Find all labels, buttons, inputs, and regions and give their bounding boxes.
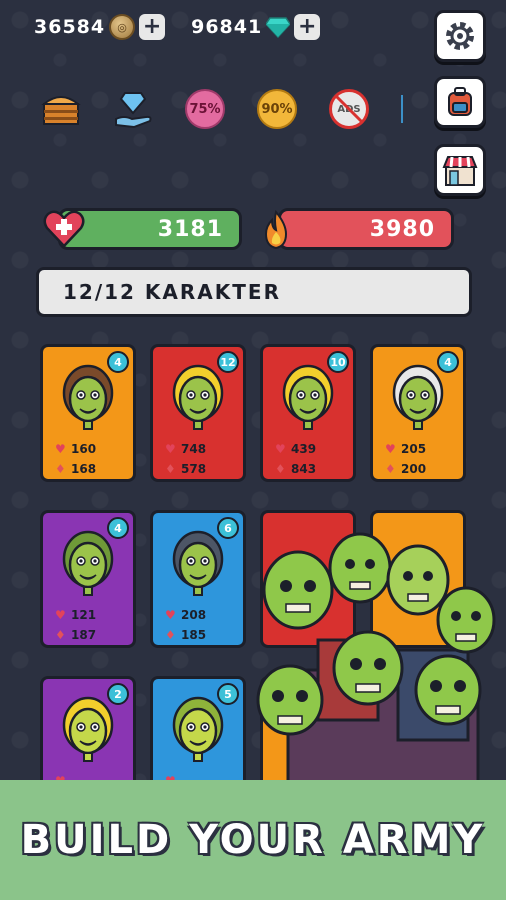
heart-icon: ♥	[275, 442, 286, 456]
card-hp-row: ♥ 160	[55, 439, 96, 459]
zombie-face-icon	[62, 530, 114, 596]
fire-icon: ♦	[55, 628, 66, 642]
promo-banner: BUILD YOUR ARMY	[0, 780, 506, 900]
card-atk-row: ♦ 200	[385, 459, 426, 479]
card-atk-row: ♦ 578	[165, 459, 206, 479]
card-atk: 200	[401, 462, 427, 476]
card-atk: 578	[181, 462, 207, 476]
zombie-face-icon	[282, 364, 334, 430]
offers-row: 75% 90% ADS	[40, 88, 404, 130]
fire-icon: ♦	[275, 462, 286, 476]
card-hp-row: ♥ 748	[165, 439, 206, 459]
discount-90-button[interactable]: 90%	[256, 88, 298, 130]
card-atk-row: ♦ 168	[55, 459, 96, 479]
card-atk: 185	[181, 628, 207, 642]
card-atk: 168	[71, 462, 97, 476]
discount-75-button[interactable]: 75%	[184, 88, 226, 130]
fire-icon: ♦	[165, 628, 176, 642]
coin-counter: 36584 ◎ +	[34, 14, 166, 40]
heart-icon: ♥	[165, 608, 176, 622]
health-value: 3181	[157, 216, 223, 242]
heart-icon: ♥	[55, 608, 66, 622]
shop-icon	[442, 156, 478, 186]
chest-offer-button[interactable]	[40, 88, 82, 130]
card-hp: 205	[401, 442, 427, 456]
backpack-icon	[448, 87, 472, 116]
heart-icon	[43, 210, 85, 248]
card-hp-row: ♥ 439	[275, 439, 316, 459]
card-atk: 843	[291, 462, 317, 476]
card-hp: 439	[291, 442, 317, 456]
zombie-face-icon	[62, 364, 114, 430]
gem-counter: 96841 +	[191, 14, 321, 40]
zombie-face-icon	[172, 364, 224, 430]
banner-title: BUILD YOUR ARMY	[20, 817, 486, 863]
heart-icon: ♥	[385, 442, 396, 456]
fire-icon: ♦	[385, 462, 396, 476]
card-stats: ♥ 160 ♦ 168	[55, 439, 96, 479]
zombie-face-icon	[62, 696, 114, 762]
fire-icon: ♦	[55, 462, 66, 476]
settings-button[interactable]	[434, 10, 486, 62]
row-divider	[400, 88, 404, 130]
attack-bar: 3980	[278, 208, 454, 250]
gem-icon	[265, 16, 292, 39]
shop-button[interactable]	[434, 144, 486, 196]
zombie-face-icon	[392, 364, 444, 430]
card-hp-row: ♥ 121	[55, 605, 96, 625]
fire-icon: ♦	[165, 462, 176, 476]
gear-icon	[446, 22, 474, 50]
character-card[interactable]: 12 ♥ 748 ♦ 578	[150, 344, 246, 482]
discount-75-badge: 75%	[185, 89, 225, 129]
coin-icon: ◎	[109, 14, 136, 40]
no-ads-strike-icon	[334, 94, 364, 124]
card-hp-row: ♥ 205	[385, 439, 426, 459]
card-hp-row: ♥ 208	[165, 605, 206, 625]
card-atk: 187	[71, 628, 97, 642]
coin-amount: 36584	[34, 16, 106, 38]
attack-value: 3980	[369, 216, 435, 242]
discount-90-badge: 90%	[257, 89, 297, 129]
zombie-face-icon	[172, 530, 224, 596]
currency-bar: 36584 ◎ + 96841 +	[34, 14, 321, 40]
card-stats: ♥ 121 ♦ 187	[55, 605, 96, 645]
treasure-chest-icon	[41, 96, 81, 125]
card-stats: ♥ 205 ♦ 200	[385, 439, 426, 479]
character-count-bar: 12/12 KARAKTER	[36, 267, 472, 317]
add-gems-button[interactable]: +	[294, 14, 321, 40]
character-card[interactable]: 4 ♥ 160 ♦ 168	[40, 344, 136, 482]
zombie-face-icon	[172, 696, 224, 762]
zombie-horde-illustration	[256, 532, 496, 810]
card-hp: 208	[181, 608, 207, 622]
fire-icon	[264, 210, 288, 250]
card-stats: ♥ 748 ♦ 578	[165, 439, 206, 479]
character-card[interactable]: 10 ♥ 439 ♦ 843	[260, 344, 356, 482]
card-hp: 160	[71, 442, 97, 456]
card-stats: ♥ 208 ♦ 185	[165, 605, 206, 645]
gem-offer-button[interactable]	[112, 88, 154, 130]
gem-amount: 96841	[191, 16, 263, 38]
character-count-label: 12/12 KARAKTER	[63, 280, 281, 304]
heart-icon: ♥	[165, 442, 176, 456]
character-card[interactable]: 6 ♥ 208 ♦ 185	[150, 510, 246, 648]
card-atk-row: ♦ 187	[55, 625, 96, 645]
backpack-button[interactable]	[434, 76, 486, 128]
card-atk-row: ♦ 185	[165, 625, 206, 645]
character-card[interactable]: 4 ♥ 205 ♦ 200	[370, 344, 466, 482]
character-card[interactable]: 4 ♥ 121 ♦ 187	[40, 510, 136, 648]
heart-icon: ♥	[55, 442, 66, 456]
card-atk-row: ♦ 843	[275, 459, 316, 479]
card-hp: 121	[71, 608, 97, 622]
card-stats: ♥ 439 ♦ 843	[275, 439, 316, 479]
no-ads-button[interactable]: ADS	[328, 88, 370, 130]
card-hp: 748	[181, 442, 207, 456]
add-coins-button[interactable]: +	[139, 14, 166, 40]
gem-hand-icon	[115, 92, 152, 129]
